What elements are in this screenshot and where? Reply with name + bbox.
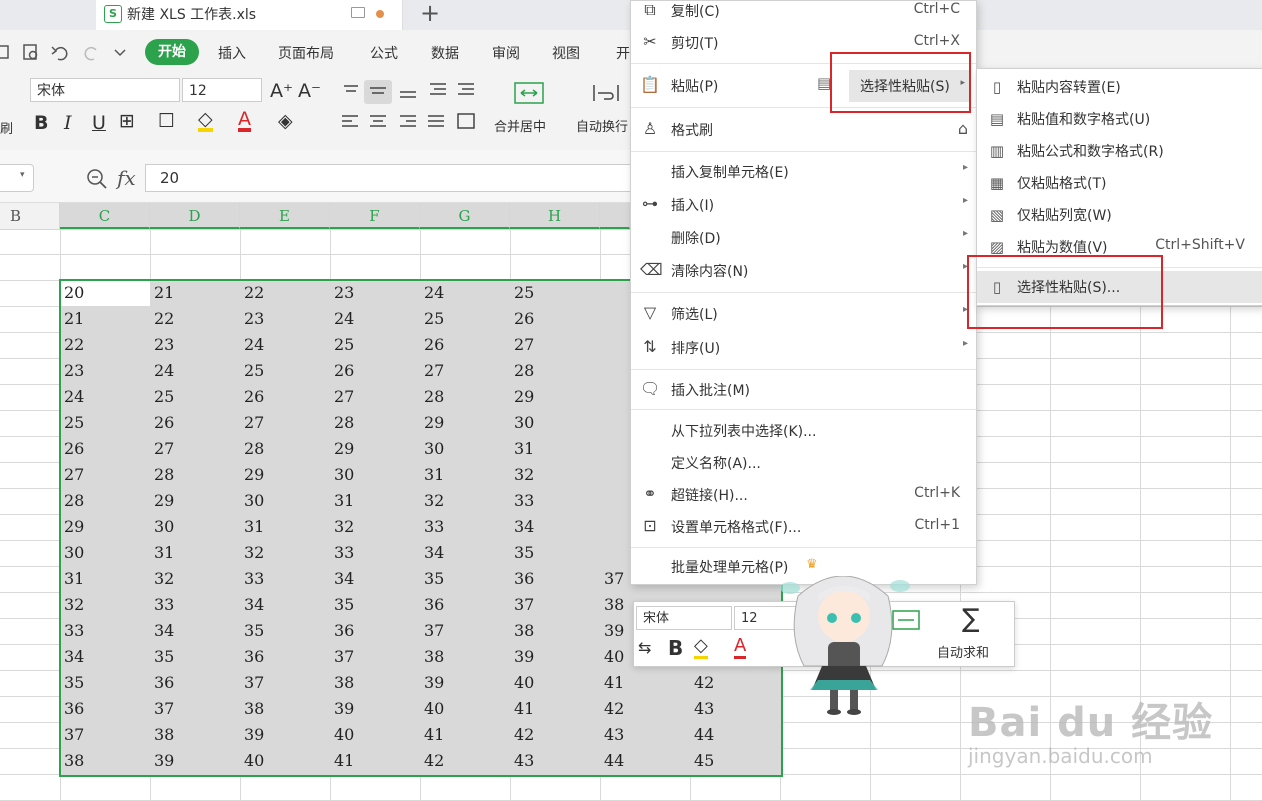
paste-values-format-icon: ▤ [989,110,1005,128]
paste-format-icon: ▦ [989,174,1005,192]
menu-label: 粘贴(P) [671,79,719,95]
highlight-box [830,52,971,113]
menu-label: 插入批注(M) [671,383,751,399]
menu-label: 超链接(H)... [671,488,748,504]
highlight-box [967,255,1163,329]
menu-label: 定义名称(A)... [671,456,761,472]
menu-item-filter[interactable]: ▽ 筛选(L) ▸ [631,298,976,330]
character-sticker [780,576,910,715]
brush-icon: ⌂ [957,119,968,138]
paste-width-icon: ▧ [989,206,1005,224]
format-painter-icon: ♙ [642,119,658,138]
menu-item-insert[interactable]: ⊶ 插入(I) ▸ [631,189,976,221]
submenu-item-values-numfmt[interactable]: ▤ 粘贴值和数字格式(U) [977,103,1262,135]
paste-formula-icon: ▥ [989,142,1005,160]
menu-item-format-cells[interactable]: ⊡ 设置单元格格式(F)... Ctrl+1 [631,511,976,543]
menu-label: 粘贴为数值(V) [1017,240,1108,256]
menu-item-insert-copied[interactable]: 插入复制单元格(E) ▸ [631,156,976,188]
chevron-right-icon: ▸ [962,162,968,173]
submenu-item-transpose[interactable]: ▯ 粘贴内容转置(E) [977,71,1262,103]
format-cells-icon: ⊡ [643,516,657,535]
paste-icon: 📋 [640,75,660,94]
wrap-icon[interactable]: ⇆ [638,638,651,657]
menu-label: 粘贴值和数字格式(U) [1017,112,1151,128]
chevron-right-icon: ▸ [962,195,968,206]
menu-item-copy[interactable]: ⧉ 复制(C) Ctrl+C [631,0,976,27]
copy-icon: ⧉ [644,0,656,19]
menu-item-sort[interactable]: ⇅ 排序(U) ▸ [631,332,976,364]
menu-label: 粘贴公式和数字格式(R) [1017,144,1164,160]
menu-label: 批量处理单元格(P) [671,560,789,576]
menu-label: 格式刷 [671,123,713,139]
menu-label: 插入(I) [671,198,715,214]
menu-shortcut: Ctrl+1 [914,517,960,533]
menu-item-insert-comment[interactable]: 🗨 插入批注(M) [631,374,976,406]
menu-label: 排序(U) [671,341,721,357]
menu-shortcut: Ctrl+K [914,485,960,501]
menu-item-define-name[interactable]: 定义名称(A)... [631,447,976,479]
crown-icon: ♛ [806,557,818,572]
font-color-icon[interactable]: A [734,636,747,659]
menu-label: 设置单元格格式(F)... [671,520,802,536]
fill-color-icon[interactable]: ◇ [694,636,708,659]
menu-label: 剪切(T) [671,36,719,52]
submenu-item-col-width[interactable]: ▧ 仅粘贴列宽(W) [977,199,1262,231]
menu-label: 仅粘贴列宽(W) [1017,208,1112,224]
autosum-label[interactable]: 自动求和 [937,642,989,661]
menu-label: 清除内容(N) [671,264,749,280]
menu-shortcut: Ctrl+Shift+V [1155,237,1245,253]
paste-as-values-icon: ▨ [989,238,1005,256]
eraser-icon: ⌫ [640,260,663,279]
menu-item-delete[interactable]: 删除(D) ▸ [631,222,976,254]
insert-icon: ⊶ [642,194,658,213]
watermark-brand: Bai du 经验 [968,700,1214,746]
menu-label: 从下拉列表中选择(K)... [671,424,817,440]
menu-label: 复制(C) [671,4,720,20]
link-icon: ⚭ [643,484,657,503]
watermark-url: jingyan.baidu.com [968,744,1153,768]
menu-item-format-painter[interactable]: ♙ 格式刷 ⌂ [631,114,976,146]
submenu-item-formats-only[interactable]: ▦ 仅粘贴格式(T) [977,167,1262,199]
autosum-icon[interactable]: ∑ [962,604,980,634]
sort-icon: ⇅ [643,337,657,356]
menu-item-hyperlink[interactable]: ⚭ 超链接(H)... Ctrl+K [631,479,976,511]
menu-shortcut: Ctrl+C [913,1,960,17]
menu-shortcut: Ctrl+X [913,33,960,49]
chevron-right-icon: ▸ [962,338,968,349]
menu-label: 插入复制单元格(E) [671,165,789,181]
scissors-icon: ✂ [643,32,657,51]
menu-label: 仅粘贴格式(T) [1017,176,1107,192]
menu-label: 粘贴内容转置(E) [1017,80,1121,96]
menu-label: 筛选(L) [671,307,718,323]
menu-label: 删除(D) [671,231,721,247]
menu-item-clear[interactable]: ⌫ 清除内容(N) ▸ [631,255,976,287]
bold-icon[interactable]: B [668,636,683,660]
mini-font-name[interactable]: 宋体 [636,606,732,630]
submenu-item-formula-numfmt[interactable]: ▥ 粘贴公式和数字格式(R) [977,135,1262,167]
transpose-icon: ▯ [992,78,1002,96]
filter-icon: ▽ [643,303,657,322]
comment-icon: 🗨 [640,379,661,398]
menu-item-pick-from-list[interactable]: 从下拉列表中选择(K)... [631,415,976,447]
chevron-right-icon: ▸ [962,228,968,239]
